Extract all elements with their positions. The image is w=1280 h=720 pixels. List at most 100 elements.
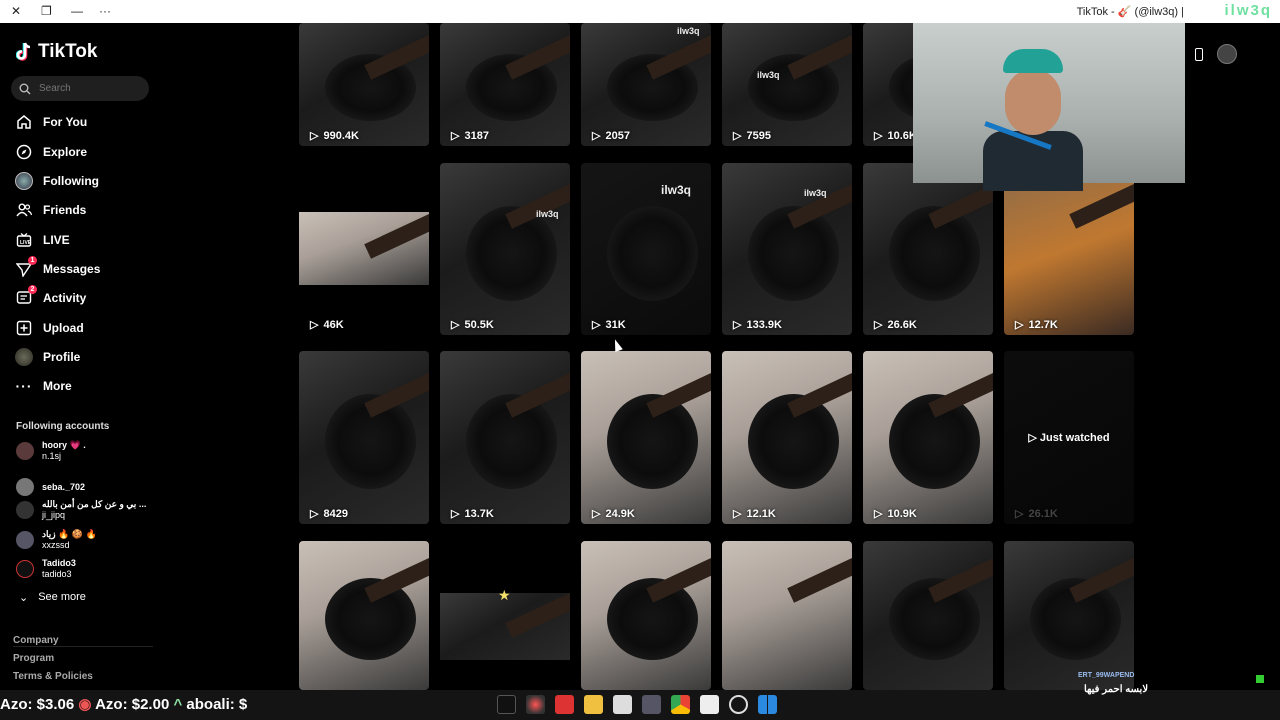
search-input[interactable] xyxy=(39,83,139,94)
following-account[interactable]: hoory 💗 . n.1sj xyxy=(16,439,86,463)
video-tile[interactable] xyxy=(299,541,429,690)
folder-icon[interactable] xyxy=(584,695,603,714)
footer-company-link[interactable]: Company xyxy=(13,635,59,646)
just-watched-label: ▷ Just watched xyxy=(1028,432,1110,444)
nav-activity[interactable]: 2 Activity xyxy=(15,285,86,309)
nav-label: LIVE xyxy=(43,233,70,247)
view-count: ▷ 10.9K xyxy=(874,507,917,521)
nav-following[interactable]: Following xyxy=(15,170,99,192)
play-icon: ▷ xyxy=(733,130,742,142)
avatar xyxy=(16,560,34,578)
following-accounts-title: Following accounts xyxy=(16,421,110,432)
video-tile[interactable] xyxy=(581,541,711,690)
view-count: ▷ 50.5K xyxy=(451,318,494,332)
donation-ticker: Azo: $3.06 ◉ Azo: $2.00 ^ aboali: $ xyxy=(0,696,248,713)
chat-status-icon xyxy=(1256,675,1264,683)
user-avatar[interactable] xyxy=(1217,44,1237,64)
play-icon: ▷ xyxy=(451,319,460,331)
view-count: ▷ 26.6K xyxy=(874,318,917,332)
video-tile[interactable] xyxy=(1004,541,1134,690)
activity-badge: 2 xyxy=(28,285,37,294)
video-editor-icon[interactable] xyxy=(555,695,574,714)
tiktok-logo[interactable]: TikTok xyxy=(16,41,97,63)
nav-live[interactable]: LIVE LIVE xyxy=(15,229,70,251)
video-tile[interactable]: ▷ 3187 xyxy=(440,23,570,146)
nav-label: Explore xyxy=(43,145,88,159)
video-tile[interactable]: ▷ 24.9K xyxy=(581,351,711,524)
more-options-icon[interactable]: ··· xyxy=(99,4,111,18)
nav-explore[interactable]: Explore xyxy=(15,141,87,163)
view-count: ▷ 12.7K xyxy=(1015,318,1058,332)
minimize-icon[interactable]: — xyxy=(71,4,83,18)
search-icon[interactable] xyxy=(729,695,748,714)
heart-icon: ◉ xyxy=(78,696,92,713)
app-icon[interactable] xyxy=(642,695,661,714)
see-more-button[interactable]: ⌄ See more xyxy=(19,591,86,604)
footer-terms-link[interactable]: Terms & Policies xyxy=(13,671,93,682)
search-box[interactable] xyxy=(11,76,149,101)
calculator-icon[interactable] xyxy=(613,695,632,714)
video-tile[interactable] xyxy=(722,541,852,690)
view-count: ▷ 12.1K xyxy=(733,507,776,521)
nav-messages[interactable]: 1 Messages xyxy=(15,256,101,280)
view-count: ▷ 990.4K xyxy=(310,129,359,143)
live-icon: LIVE xyxy=(15,231,33,249)
view-count: ▷ 46K xyxy=(310,318,344,332)
following-account[interactable]: زياد 🔥 🍪 🔥 xxzssd xyxy=(16,528,97,552)
avatar xyxy=(16,501,34,519)
video-tile[interactable]: ▷ 8429 xyxy=(299,351,429,524)
obs-icon[interactable] xyxy=(526,695,545,714)
following-account[interactable]: seba._702 xyxy=(16,475,85,499)
play-icon: ▷ xyxy=(451,130,460,142)
upload-icon xyxy=(15,319,33,337)
nav-label: Messages xyxy=(43,262,101,276)
windows-start-icon[interactable] xyxy=(758,695,777,714)
close-icon[interactable]: ✕ xyxy=(11,4,21,18)
video-tile[interactable]: ilw3q ▷ 7595 xyxy=(722,23,852,146)
play-icon: ▷ xyxy=(310,508,319,520)
nav-friends[interactable]: Friends xyxy=(15,199,86,221)
nav-for-you[interactable]: For You xyxy=(15,111,87,133)
following-account[interactable]: بي و عن كل من أمن بالله ... ji_jipq xyxy=(16,498,146,522)
nav-label: Following xyxy=(43,174,99,188)
notepad-icon[interactable] xyxy=(700,695,719,714)
chrome-icon[interactable] xyxy=(671,695,690,714)
phone-icon[interactable] xyxy=(1195,47,1203,61)
tiktok-app-icon[interactable] xyxy=(497,695,516,714)
window-title: TikTok - 🎸 (@ilw3q) | xyxy=(1076,6,1184,18)
video-tile[interactable]: ▷ 26.6K xyxy=(863,163,993,335)
chat-message: لابسه احمر فيها xyxy=(1084,684,1149,695)
video-tile[interactable]: ilw3q ▷ 31K xyxy=(581,163,711,335)
video-tile[interactable]: ilw3q ▷ 50.5K xyxy=(440,163,570,335)
nav-label: Upload xyxy=(43,321,84,335)
nav-more[interactable]: ··· More xyxy=(15,375,72,397)
video-tile[interactable]: ilw3q ▷ 133.9K xyxy=(722,163,852,335)
view-count: ▷ 24.9K xyxy=(592,507,635,521)
restore-icon[interactable]: ❐ xyxy=(41,4,52,18)
video-tile[interactable]: ▷ 10.9K xyxy=(863,351,993,524)
video-tile[interactable]: ▷ 990.4K xyxy=(299,23,429,146)
stream-chat-overlay: ERT_99WAPEND لابسه احمر فيها xyxy=(1078,672,1268,704)
video-tile[interactable]: ★ xyxy=(440,541,570,690)
video-tile[interactable]: ▷ 46K xyxy=(299,163,429,335)
video-tile[interactable]: ilw3q ▷ 2057 xyxy=(581,23,711,146)
nav-upload[interactable]: Upload xyxy=(15,317,84,339)
nav-profile[interactable]: Profile xyxy=(15,346,80,368)
video-tile-just-watched[interactable]: ▷ Just watched ▷ 26.1K xyxy=(1004,351,1134,524)
play-icon: ▷ xyxy=(1015,319,1024,331)
messages-icon: 1 xyxy=(15,256,37,278)
following-account[interactable]: Tadido3 tadido3 xyxy=(16,557,76,581)
more-icon: ··· xyxy=(15,378,33,394)
play-icon: ▷ xyxy=(874,508,883,520)
view-count: ▷ 2057 xyxy=(592,129,630,143)
video-tile[interactable]: ▷ 13.7K xyxy=(440,351,570,524)
video-tile[interactable] xyxy=(863,541,993,690)
video-tile[interactable]: ▷ 12.1K xyxy=(722,351,852,524)
footer-program-link[interactable]: Program xyxy=(13,653,54,664)
activity-icon: 2 xyxy=(15,285,37,307)
play-icon: ▷ xyxy=(733,508,742,520)
play-icon: ▷ xyxy=(451,508,460,520)
compass-icon xyxy=(15,143,33,161)
profile-avatar-icon xyxy=(15,348,33,366)
tiktok-note-icon xyxy=(16,42,31,61)
